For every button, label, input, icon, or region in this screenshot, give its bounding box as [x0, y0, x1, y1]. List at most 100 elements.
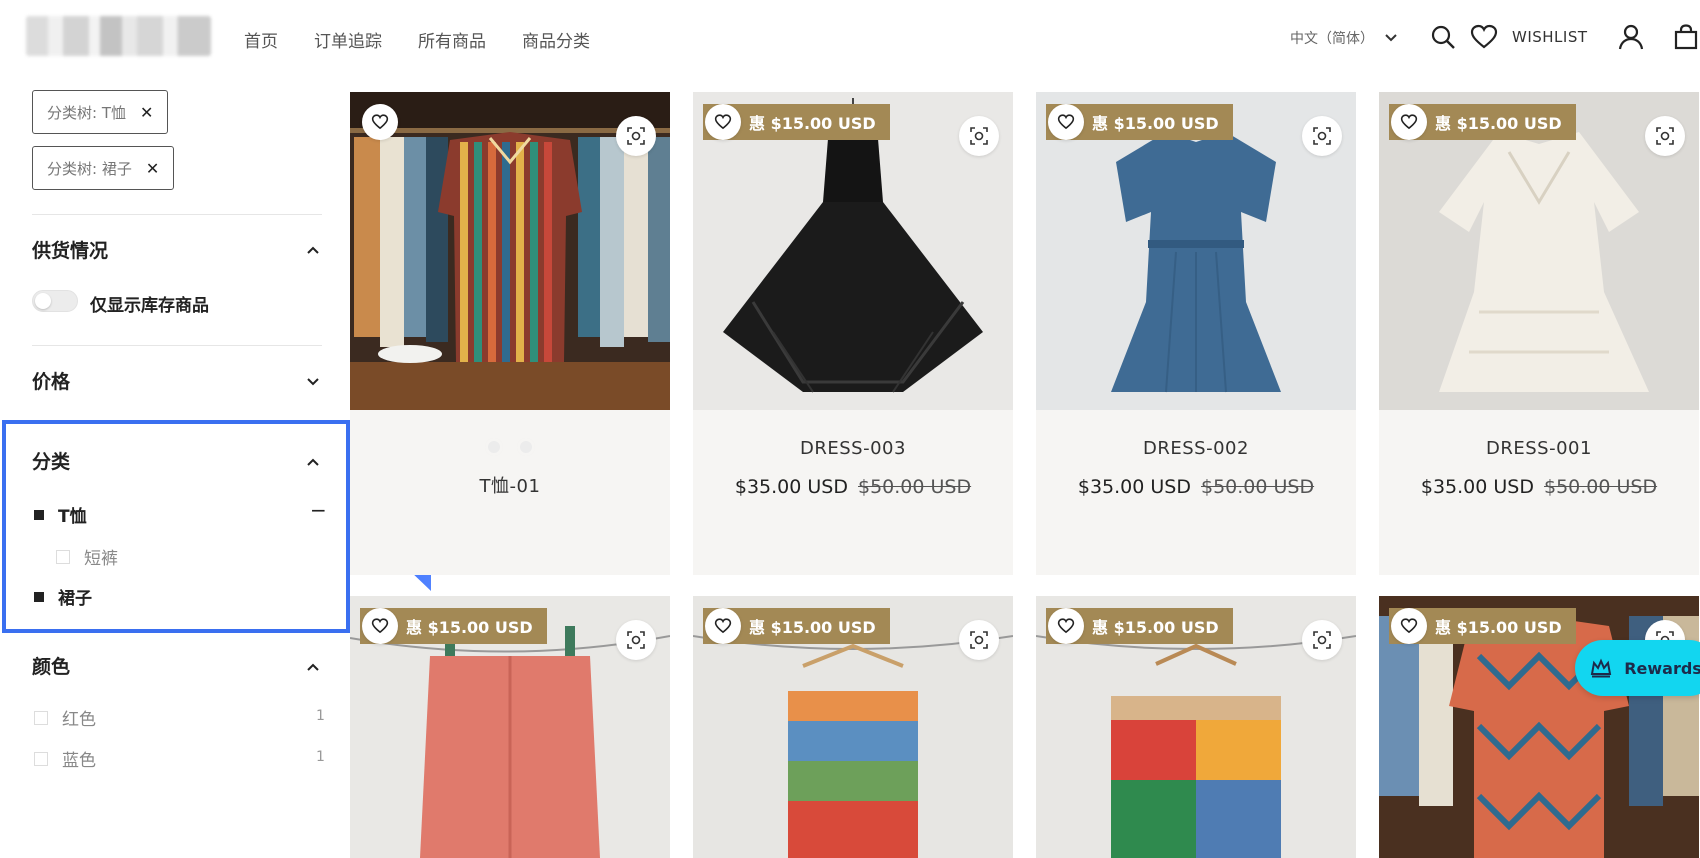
product-image[interactable]: 惠 $15.00 USD [1036, 596, 1356, 858]
category-item-shorts[interactable]: 短裤 [56, 544, 118, 569]
product-card[interactable]: 惠 $15.00 USD [1379, 596, 1699, 858]
wishlist-heart-button[interactable] [1391, 608, 1427, 644]
wishlist-heart-button[interactable] [362, 104, 398, 140]
checkbox-selected[interactable] [34, 591, 44, 602]
product-card[interactable]: 惠 $15.00 USD DRESS-003 $35.00 USD $50.00 … [693, 92, 1013, 575]
product-price: $35.00 USD $50.00 USD [1379, 476, 1699, 498]
product-image[interactable]: 惠 $15.00 USD [1379, 596, 1699, 858]
category-item-tshirt[interactable]: T恤 [34, 502, 87, 527]
category-label: 裙子 [58, 589, 92, 609]
site-header: 首页 订单追踪 所有商品 商品分类 中文（简体） WISHLIST [0, 0, 1700, 78]
category-title[interactable]: 分类 [32, 447, 70, 474]
bag-icon[interactable] [1674, 24, 1698, 50]
product-name[interactable]: DRESS-003 [693, 438, 1013, 459]
checkbox-unchecked[interactable] [56, 549, 70, 564]
product-image[interactable]: 惠 $15.00 USD [350, 596, 670, 858]
product-card[interactable]: T恤-01 [350, 92, 670, 575]
nav-categories[interactable]: 商品分类 [522, 27, 590, 52]
rewards-button[interactable]: Rewards [1575, 640, 1700, 696]
search-icon[interactable] [1430, 24, 1456, 50]
nav-all-products[interactable]: 所有商品 [418, 27, 486, 52]
product-price: $35.00 USD $50.00 USD [1036, 476, 1356, 498]
collapse-minus-icon[interactable]: − [310, 498, 327, 522]
language-label: 中文（简体） [1290, 31, 1374, 47]
checkbox-unchecked[interactable] [34, 751, 48, 766]
chevron-down-icon [1384, 33, 1398, 43]
wishlist-heart-button[interactable] [1048, 104, 1084, 140]
divider [32, 345, 322, 346]
product-card[interactable]: 惠 $15.00 USD [1036, 596, 1356, 858]
header-actions: WISHLIST [1430, 24, 1698, 50]
product-image[interactable]: 惠 $15.00 USD [1379, 92, 1699, 410]
checkbox-selected[interactable] [34, 509, 44, 520]
chevron-up-icon[interactable] [306, 657, 320, 676]
product-name[interactable]: T恤-01 [350, 472, 670, 498]
original-price: $50.00 USD [858, 476, 972, 498]
color-count: 1 [316, 708, 325, 724]
close-icon[interactable]: ✕ [140, 103, 153, 122]
product-name[interactable]: DRESS-001 [1379, 438, 1699, 459]
product-card[interactable]: 惠 $15.00 USD [350, 596, 670, 858]
quick-view-icon[interactable] [616, 620, 656, 660]
category-label: T恤 [58, 507, 87, 527]
active-filter-chip[interactable]: 分类树: T恤 ✕ [32, 90, 169, 134]
quick-view-icon[interactable] [1302, 116, 1342, 156]
wishlist-heart-button[interactable] [1391, 104, 1427, 140]
original-price: $50.00 USD [1201, 476, 1315, 498]
product-image[interactable]: 惠 $15.00 USD [693, 596, 1013, 858]
category-item-skirt[interactable]: 裙子 [34, 584, 92, 609]
quick-view-icon[interactable] [1645, 116, 1685, 156]
store-logo[interactable] [26, 16, 211, 56]
close-icon[interactable]: ✕ [146, 159, 159, 178]
color-item-blue[interactable]: 蓝色 [34, 746, 96, 771]
sale-price: $35.00 USD [1420, 476, 1534, 498]
chevron-up-icon[interactable] [306, 452, 320, 471]
chevron-down-icon[interactable] [306, 372, 320, 391]
product-image[interactable] [350, 92, 670, 410]
original-price: $50.00 USD [1544, 476, 1658, 498]
product-card[interactable]: 惠 $15.00 USD DRESS-001 $35.00 USD $50.00 … [1379, 92, 1699, 575]
product-card[interactable]: 惠 $15.00 USD [693, 596, 1013, 858]
product-image[interactable]: 惠 $15.00 USD [1036, 92, 1356, 410]
wishlist-heart-icon[interactable] [1470, 24, 1498, 50]
color-label: 蓝色 [62, 751, 96, 771]
checkbox-unchecked[interactable] [34, 710, 48, 725]
availability-title[interactable]: 供货情况 [32, 236, 108, 263]
product-card[interactable]: 惠 $15.00 USD DRESS-002 $35.00 USD $50.00 … [1036, 92, 1356, 575]
product-name[interactable]: DRESS-002 [1036, 438, 1356, 459]
product-price: $35.00 USD $50.00 USD [693, 476, 1013, 498]
color-swatches[interactable] [350, 438, 670, 456]
user-icon[interactable] [1618, 24, 1644, 50]
sale-price: $35.00 USD [734, 476, 848, 498]
color-label: 红色 [62, 710, 96, 730]
divider [32, 214, 322, 215]
sale-price: $35.00 USD [1077, 476, 1191, 498]
wishlist-link[interactable]: WISHLIST [1512, 28, 1588, 46]
in-stock-toggle[interactable] [32, 290, 78, 312]
in-stock-label: 仅显示库存商品 [90, 296, 209, 316]
wishlist-heart-button[interactable] [705, 608, 741, 644]
color-count: 1 [316, 749, 325, 765]
quick-view-icon[interactable] [959, 116, 999, 156]
language-selector[interactable]: 中文（简体） [1290, 28, 1398, 48]
chip-label: 分类树: 裙子 [47, 159, 132, 178]
category-label: 短裤 [84, 549, 118, 569]
active-filter-chip[interactable]: 分类树: 裙子 ✕ [32, 146, 175, 190]
wishlist-heart-button[interactable] [705, 104, 741, 140]
chip-label: 分类树: T恤 [47, 103, 126, 122]
rewards-label: Rewards [1624, 658, 1700, 678]
nav-order-tracking[interactable]: 订单追踪 [314, 27, 382, 52]
color-item-red[interactable]: 红色 [34, 705, 96, 730]
crown-icon [1590, 658, 1612, 678]
nav-home[interactable]: 首页 [244, 27, 278, 52]
quick-view-icon[interactable] [959, 620, 999, 660]
wishlist-heart-button[interactable] [1048, 608, 1084, 644]
quick-view-icon[interactable] [616, 116, 656, 156]
price-title[interactable]: 价格 [32, 367, 70, 394]
chevron-up-icon[interactable] [306, 240, 320, 259]
product-image[interactable]: 惠 $15.00 USD [693, 92, 1013, 410]
main-nav: 首页 订单追踪 所有商品 商品分类 [244, 27, 590, 52]
wishlist-heart-button[interactable] [362, 608, 398, 644]
quick-view-icon[interactable] [1302, 620, 1342, 660]
color-title[interactable]: 颜色 [32, 652, 70, 679]
